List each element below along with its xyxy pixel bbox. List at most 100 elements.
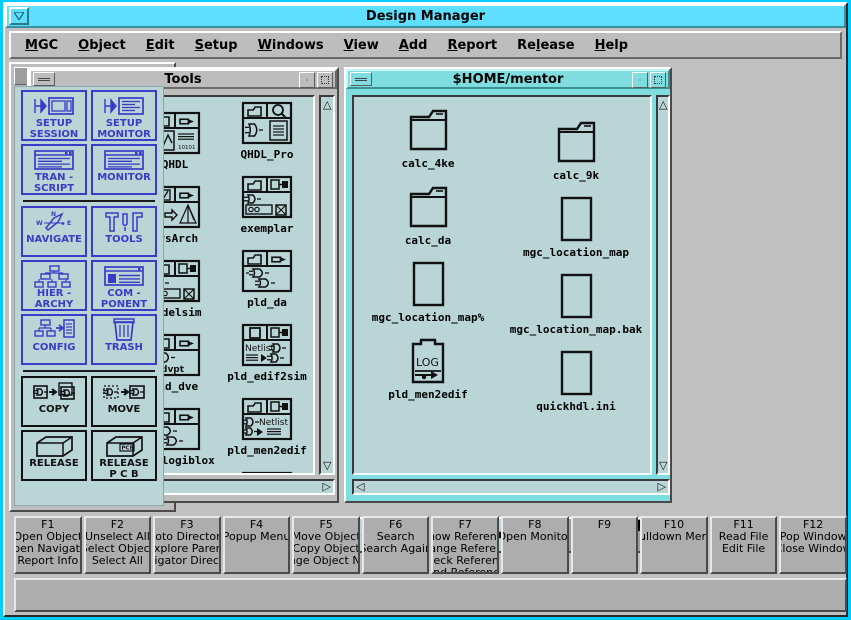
function-key-f7[interactable]: F7Show ReferenceChange ReferenceCheck Re… [431, 516, 500, 574]
home-minimize-button[interactable]: · [632, 72, 648, 88]
navigator-group-0: SETUP SESSION SETUP MONITOR TRAN - SCRIPT MONI… [15, 90, 163, 195]
file-item-mgc-location-map[interactable]: mgc_location_map [502, 194, 650, 259]
function-key-f2[interactable]: F2 Unselect All Select Object Select All [83, 516, 152, 574]
file-item-calc-9k[interactable]: calc_9k [502, 117, 650, 182]
menu-item-edit[interactable]: Edit [146, 38, 175, 53]
function-key-f10[interactable]: F10Pulldown Menu [640, 516, 708, 574]
tools-minimize-button[interactable]: · [299, 72, 315, 88]
menu-item-setup[interactable]: Setup [195, 38, 238, 53]
home-horizontal-scrollbar[interactable]: ◁ ▷ [352, 479, 670, 495]
scroll-down-icon[interactable]: ▽ [323, 460, 331, 471]
tools-window-title: Tools [164, 71, 202, 87]
function-key-action: Select All [91, 554, 143, 567]
svg-text:PCB: PCB [122, 446, 134, 452]
svg-text:Netlist: Netlist [259, 418, 288, 428]
svg-text:W: W [36, 220, 43, 227]
home-vertical-scrollbar[interactable]: △ ▽ [656, 95, 670, 475]
function-key-f3[interactable]: F3Goto DirectoryExplore ParentNavigator … [153, 516, 221, 574]
function-key-f5[interactable]: F5Move ObjectCopy ObjectChange Object Na… [292, 516, 360, 574]
navigator-button-trash[interactable]: TRASH [91, 314, 157, 365]
file-item-label: mgc_location_map [523, 246, 629, 259]
function-key-action: Report Info [17, 554, 79, 567]
monitor-icon [102, 148, 146, 172]
navigator-button-tools[interactable]: TOOLS [91, 206, 157, 257]
function-key-f12[interactable]: F12Pop WindowClose Window [779, 516, 847, 574]
navigator-button-label: COM - [107, 288, 141, 299]
menu-item-view[interactable]: View [344, 38, 379, 53]
tool-icon-pld_men2edif[interactable]: Netlist pld_men2edif [221, 393, 313, 467]
navigator-button-com-ponent[interactable]: COM - PONENT [91, 260, 157, 311]
tool-icon-QHDL_Pro[interactable]: QHDL_Pro [221, 97, 313, 171]
navigator-button-tran-script[interactable]: TRAN - SCRIPT [21, 144, 87, 195]
menu-item-add[interactable]: Add [399, 38, 428, 53]
tool-partial-3-icon: Netlist [241, 471, 293, 473]
navigator-button-label: MOVE [107, 404, 141, 415]
copy-icon [33, 382, 75, 400]
function-key-f9[interactable]: F9 [570, 516, 639, 574]
tools-maximize-button[interactable] [317, 72, 333, 88]
navigator-button-label: COPY [38, 404, 70, 415]
file-item-mgc-location-map-bak[interactable]: mgc_location_map.bak [502, 271, 650, 336]
folder-file-icon [409, 109, 448, 151]
file-item-mgc-location-map-[interactable]: mgc_location_map% [354, 259, 502, 336]
navigator-button-hier-archy[interactable]: HIER - ARCHY [21, 260, 87, 311]
function-key-f4[interactable]: F4 Popup Menu [222, 516, 291, 574]
navigator-button-release[interactable]: RELEASE [21, 430, 87, 481]
navigator-button-monitor[interactable]: MONITOR [91, 144, 157, 195]
menu-item-object[interactable]: Object [78, 38, 126, 53]
file-item-calc-da[interactable]: calc_da [354, 182, 502, 259]
home-maximize-button[interactable] [650, 72, 666, 88]
navigator-body: SETUP SESSION SETUP MONITOR TRAN - SCRIPT MONI… [14, 86, 164, 506]
navigator-button-move[interactable]: MOVE [91, 376, 157, 427]
folder-file-icon [409, 186, 448, 228]
file-item-label: mgc_location_map.bak [509, 323, 643, 336]
compass-icon: NWE [36, 211, 71, 232]
tool-icon-label: QHDL [161, 158, 189, 171]
navigator-button-config[interactable]: CONFIG [21, 314, 87, 365]
release-pcb-icon: PCB [106, 436, 143, 457]
file-item-quickhdl-ini[interactable]: quickhdl.ini [502, 348, 650, 413]
function-key-f11[interactable]: F11 Read File Edit File [709, 516, 778, 574]
file-icon-canvas[interactable]: calc_4ke calc_9k calc_da mgc_location_mapmg… [352, 95, 652, 475]
menu-item-report[interactable]: Report [447, 38, 497, 53]
scroll-up-icon[interactable]: △ [323, 99, 331, 110]
navigator-button-release-p-c-b[interactable]: PCB RELEASE P C B [91, 430, 157, 481]
tools-vertical-scrollbar[interactable]: △ ▽ [319, 95, 335, 475]
tool-icon-exemplar[interactable]: exemplar [221, 171, 313, 245]
tool-icon-label: pld_edif2sim [227, 370, 307, 383]
function-key-f6[interactable]: F6 Search Search Again [361, 516, 430, 574]
scroll-up-icon[interactable]: △ [659, 99, 667, 110]
home-titlebar: $HOME/mentor · [346, 69, 670, 89]
navigator-button-navigate[interactable]: N W E NAVIGATE [21, 206, 87, 257]
component-icon [102, 264, 146, 288]
navigator-button-setup-monitor[interactable]: SETUP MONITOR [91, 90, 157, 141]
move-icon [103, 385, 145, 399]
menu-item-windows[interactable]: Windows [258, 38, 324, 53]
function-key-action: Navigator Directory [154, 554, 219, 567]
scroll-right-icon[interactable]: ▷ [323, 481, 331, 492]
tool-icon-pld_edif2sim[interactable]: Netlist pld_edif2sim [221, 319, 313, 393]
scroll-down-icon[interactable]: ▽ [659, 460, 667, 471]
setup-session-icon [34, 97, 74, 115]
function-key-f1[interactable]: F1Open ObjectOpen NavigatorReport Info [14, 516, 82, 574]
function-key-f8[interactable]: F8 Open Monitor [501, 516, 569, 574]
menu-item-release[interactable]: Release [517, 38, 574, 53]
svg-text:E: E [67, 220, 71, 227]
navigator-button-setup-session[interactable]: SETUP SESSION [21, 90, 87, 141]
scroll-left-icon[interactable]: ◁ [356, 481, 364, 492]
file-item-pld-men2edif[interactable]: LOG pld_men2edif [354, 336, 502, 413]
pld-da-icon [241, 249, 293, 295]
scroll-right-icon[interactable]: ▷ [658, 481, 666, 492]
tool-icon-pld_da[interactable]: pld_da [221, 245, 313, 319]
setup-monitor-icon [102, 94, 146, 118]
window-title: Design Manager [365, 8, 486, 24]
setup-monitor-icon [104, 97, 144, 115]
navigator-button-label: SESSION [29, 129, 79, 140]
tool-icon-partial-17[interactable]: Netlist [221, 467, 313, 473]
menu-item-help[interactable]: Help [595, 38, 628, 53]
file-item-calc-4ke[interactable]: calc_4ke [354, 105, 502, 182]
menu-item-mgc[interactable]: MGC [25, 38, 58, 53]
navigator-button-label: P C B [109, 469, 139, 480]
monitor-icon [104, 150, 144, 170]
navigator-button-copy[interactable]: COPY [21, 376, 87, 427]
